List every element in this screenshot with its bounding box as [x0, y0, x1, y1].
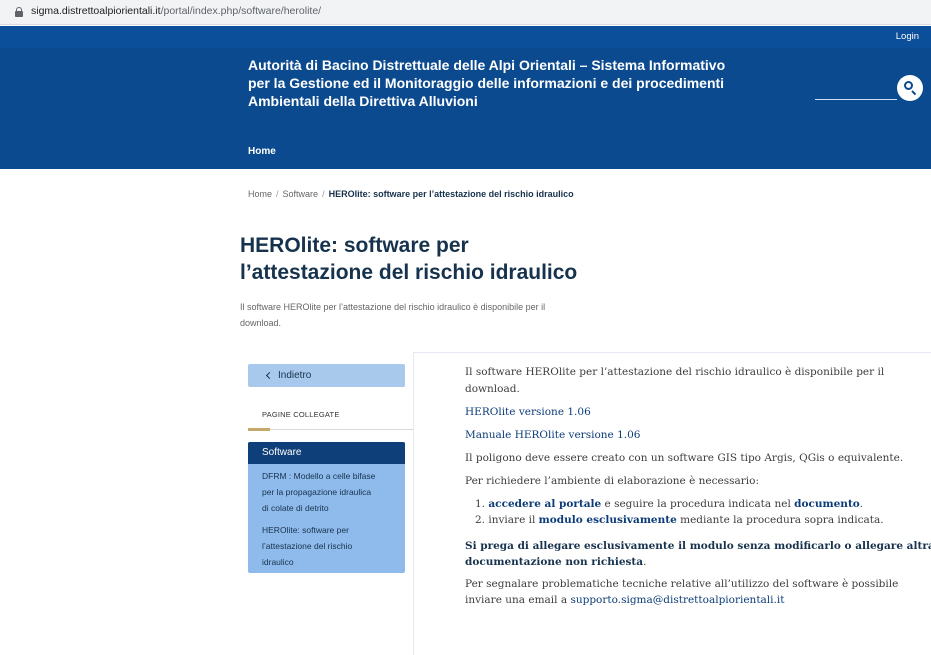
portal-link[interactable]: accedere al portale: [488, 498, 601, 510]
paragraph: inviare una email a supporto.sigma@distr…: [465, 594, 785, 606]
related-pages-label: PAGINE COLLEGATE: [262, 410, 340, 419]
warning-text: documentazione non richiesta.: [465, 556, 647, 568]
paragraph: download.: [465, 383, 520, 395]
breadcrumb-home[interactable]: Home: [248, 189, 272, 199]
paragraph: Il poligono deve essere creato con un so…: [465, 452, 904, 464]
warning-text: Si prega di allegare esclusivamente il m…: [465, 540, 931, 552]
menu-header-software[interactable]: Software: [248, 442, 405, 464]
divider-accent: [248, 428, 270, 431]
list-item: 1. accedere al portale e seguire la proc…: [475, 498, 864, 510]
support-email-link[interactable]: supporto.sigma@distrettoalpiorientali.it: [570, 594, 784, 606]
breadcrumb: Home / Software / HEROlite: software per l’a…: [248, 189, 574, 199]
paragraph: Il software HEROlite per l’attestazione …: [465, 366, 885, 378]
top-bar: Login: [0, 26, 931, 48]
module-link[interactable]: modulo esclusivamente: [539, 514, 677, 526]
list-item: 2. inviare il modulo esclusivamente medi…: [475, 514, 884, 526]
chevron-left-icon: [265, 371, 274, 380]
download-link-herolite[interactable]: HEROlite versione 1.06: [465, 406, 591, 418]
page-intro: Il software HEROlite per l’attestazione …: [240, 302, 546, 328]
nav-home-link[interactable]: Home: [248, 146, 276, 157]
login-link[interactable]: Login: [896, 31, 919, 42]
site-header: Autorità di Bacino Distrettuale delle Al…: [0, 48, 931, 169]
site-title[interactable]: Autorità di Bacino Distrettuale delle Al…: [248, 56, 768, 110]
back-button-label: Indietro: [278, 370, 312, 381]
content-divider: [413, 352, 931, 353]
content-divider: [413, 352, 414, 655]
related-pages-menu: Software DFRM : Modello a celle bifase p…: [248, 442, 405, 573]
back-button[interactable]: Indietro: [248, 364, 405, 387]
divider: [248, 429, 413, 430]
url-text[interactable]: sigma.distrettoalpiorientali.it/portal/i…: [31, 5, 321, 17]
lock-icon: [15, 7, 23, 17]
breadcrumb-separator: /: [276, 189, 279, 199]
manual-link[interactable]: Manuale HEROlite versione 1.06: [465, 429, 640, 441]
menu-item-herolite[interactable]: HEROlite: software per l’attestazione de…: [262, 522, 397, 570]
paragraph: Per richiedere l’ambiente di elaborazion…: [465, 475, 759, 487]
search-button[interactable]: [897, 75, 923, 101]
search-input[interactable]: [815, 99, 897, 100]
paragraph: Per segnalare problematiche tecniche rel…: [465, 578, 899, 590]
breadcrumb-separator: /: [322, 189, 325, 199]
breadcrumb-current: HEROlite: software per l’attestazione de…: [328, 189, 574, 199]
breadcrumb-software[interactable]: Software: [283, 189, 319, 199]
page-title: HEROlite: software per l’attestazione de…: [240, 234, 578, 284]
browser-address-bar[interactable]: sigma.distrettoalpiorientali.it/portal/i…: [0, 0, 931, 25]
document-link[interactable]: documento: [794, 498, 860, 510]
menu-item-dfrm[interactable]: DFRM : Modello a celle bifase per la pro…: [262, 468, 397, 516]
